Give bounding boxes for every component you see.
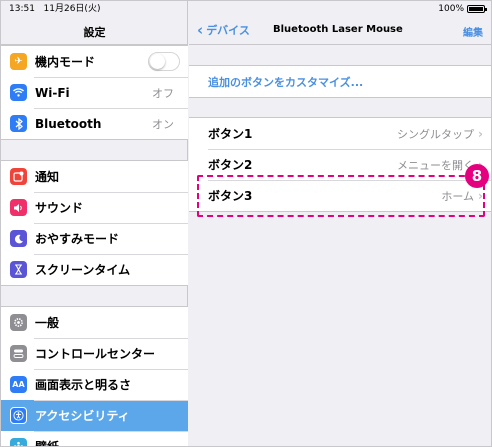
hourglass-icon <box>10 261 27 278</box>
sidebar-group-notifications: 通知 サウンド おやすみモード スクリーンタイム <box>1 160 188 286</box>
sidebar-item-label: 機内モード <box>35 55 96 69</box>
sidebar-item-notifications[interactable]: 通知 <box>1 161 188 192</box>
sidebar-title: 設定 <box>83 26 106 39</box>
battery-icon <box>467 5 487 13</box>
button-row-value: メニューを開く <box>397 158 475 172</box>
highlight-annotation <box>197 175 485 217</box>
sidebar-item-general[interactable]: 一般 <box>1 307 188 338</box>
wifi-icon <box>10 84 27 101</box>
sidebar-item-label: 壁紙 <box>35 440 60 447</box>
button-row-label: ボタン2 <box>208 158 253 172</box>
wifi-status: オフ <box>152 86 174 100</box>
sidebar-item-accessibility[interactable]: アクセシビリティ <box>1 400 188 431</box>
sidebar-item-label: コントロールセンター <box>35 347 156 361</box>
chevron-right-icon: › <box>478 126 483 141</box>
notifications-icon <box>10 168 27 185</box>
sidebar-item-label: Bluetooth <box>35 116 102 131</box>
sidebar-item-label: 通知 <box>35 170 60 184</box>
status-bar: 13:51 11月26日(火) 100% <box>1 1 491 17</box>
switches-icon <box>10 345 27 362</box>
sidebar-item-control-center[interactable]: コントロールセンター <box>1 338 188 369</box>
status-time: 13:51 <box>9 4 35 14</box>
screen: 設定 ✈ 機内モード Wi-Fi オフ Bluetooth オン 通知 サウンド… <box>0 0 492 447</box>
sidebar-item-wallpaper[interactable]: 壁紙 <box>1 431 188 447</box>
settings-sidebar: 設定 ✈ 機内モード Wi-Fi オフ Bluetooth オン 通知 サウンド… <box>1 1 188 447</box>
sidebar-item-label: Wi-Fi <box>35 85 70 100</box>
status-date: 11月26日(火) <box>43 4 101 14</box>
sidebar-item-label: 画面表示と明るさ <box>35 378 132 392</box>
back-button-label: デバイス <box>206 24 250 37</box>
edit-button[interactable]: 編集 <box>463 24 483 39</box>
airplane-icon: ✈ <box>10 53 27 70</box>
sidebar-item-bluetooth[interactable]: Bluetooth オン <box>1 108 188 139</box>
sidebar-item-label: スクリーンタイム <box>35 263 131 277</box>
back-button[interactable]: ‹ デバイス <box>197 22 250 38</box>
sidebar-item-label: サウンド <box>35 201 84 215</box>
sound-icon <box>10 199 27 216</box>
sidebar-item-wifi[interactable]: Wi-Fi オフ <box>1 77 188 108</box>
battery-percentage: 100% <box>438 4 464 14</box>
button-row-label: ボタン1 <box>208 127 253 141</box>
wallpaper-icon <box>10 438 27 446</box>
sidebar-item-display-brightness[interactable]: AA 画面表示と明るさ <box>1 369 188 400</box>
sidebar-group-connectivity: ✈ 機内モード Wi-Fi オフ Bluetooth オン <box>1 45 188 140</box>
display-icon: AA <box>10 376 27 393</box>
gear-icon <box>10 314 27 331</box>
button-row-1[interactable]: ボタン1 シングルタップ › <box>189 118 491 149</box>
sidebar-item-airplane-mode[interactable]: ✈ 機内モード <box>1 46 188 77</box>
sidebar-item-screen-time[interactable]: スクリーンタイム <box>1 254 188 285</box>
sidebar-item-label: アクセシビリティ <box>35 409 130 423</box>
airplane-mode-toggle[interactable] <box>148 52 180 71</box>
sidebar-group-general: 一般 コントロールセンター AA 画面表示と明るさ アクセシビリティ 壁紙 <box>1 306 188 447</box>
sidebar-item-do-not-disturb[interactable]: おやすみモード <box>1 223 188 254</box>
bluetooth-icon <box>10 115 27 132</box>
customize-buttons-label: 追加のボタンをカスタマイズ... <box>208 75 364 89</box>
status-time-date: 13:51 11月26日(火) <box>9 1 100 17</box>
customize-buttons-link[interactable]: 追加のボタンをカスタマイズ... <box>189 66 491 97</box>
detail-pane: ‹ デバイス Bluetooth Laser Mouse 編集 追加のボタンをカ… <box>189 1 491 446</box>
accessibility-icon <box>10 407 27 424</box>
sidebar-item-label: おやすみモード <box>35 232 120 246</box>
bluetooth-status: オン <box>152 117 174 131</box>
sidebar-item-sounds[interactable]: サウンド <box>1 192 188 223</box>
navigation-bar: ‹ デバイス Bluetooth Laser Mouse 編集 <box>189 17 491 45</box>
callout-number-badge: 8 <box>465 164 489 188</box>
page-title: Bluetooth Laser Mouse <box>273 24 403 35</box>
chevron-left-icon: ‹ <box>197 21 204 39</box>
moon-icon <box>10 230 27 247</box>
sidebar-item-label: 一般 <box>35 316 60 330</box>
customize-card: 追加のボタンをカスタマイズ... <box>189 65 491 98</box>
status-right: 100% <box>438 1 487 17</box>
button-row-value: シングルタップ <box>397 127 475 141</box>
